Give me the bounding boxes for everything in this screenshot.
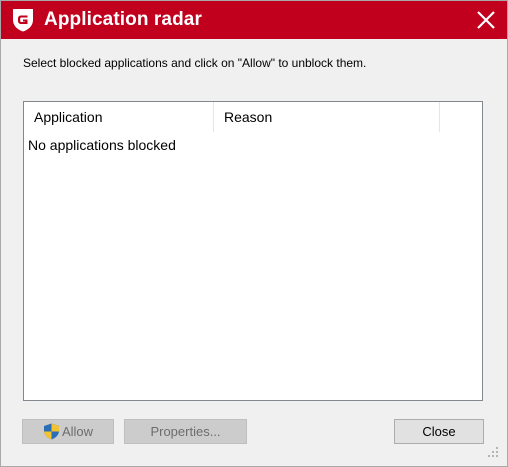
close-icon[interactable] [475, 9, 497, 31]
allow-button-label: Allow [61, 424, 94, 439]
blocked-applications-list[interactable]: Application Reason No applications block… [23, 101, 483, 401]
column-header-reason[interactable]: Reason [214, 102, 440, 132]
list-header: Application Reason [24, 102, 482, 132]
column-header-filler [440, 102, 482, 132]
resize-grip-icon[interactable] [487, 446, 499, 458]
allow-button[interactable]: Allow [22, 419, 114, 444]
properties-button[interactable]: Properties... [124, 419, 247, 444]
close-button[interactable]: Close [394, 419, 484, 444]
column-header-application[interactable]: Application [24, 102, 214, 132]
uac-shield-icon [43, 423, 59, 440]
window-title: Application radar [44, 9, 202, 30]
empty-list-message: No applications blocked [28, 137, 176, 153]
application-radar-window: Application radar Select blocked applica… [0, 0, 508, 467]
gdata-logo-icon [13, 9, 33, 32]
instruction-text: Select blocked applications and click on… [23, 56, 367, 70]
title-bar[interactable]: Application radar [1, 1, 507, 39]
